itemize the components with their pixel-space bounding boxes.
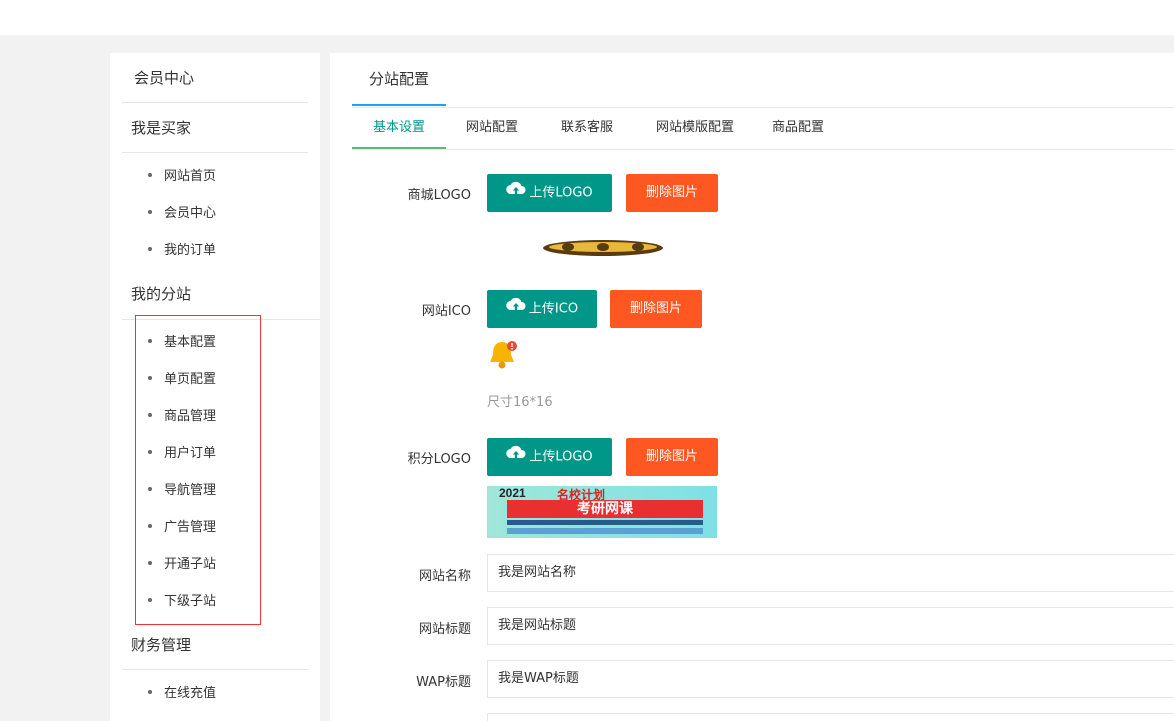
tab-customer-service[interactable]: 联系客服 [555, 107, 619, 149]
button-label: 上传LOGO [529, 449, 593, 465]
tab-product-config[interactable]: 商品配置 [768, 107, 828, 149]
banner-title: 考研网课 [507, 500, 703, 518]
tab-bar: 基本设置 网站配置 联系客服 网站模版配置 商品配置 [352, 107, 1174, 150]
sidebar-section-buyer: 我是买家 [122, 103, 308, 153]
bell-icon [487, 339, 521, 375]
cloud-upload-icon [506, 173, 526, 211]
points-logo-preview: 2021 名校计划 考研网课 [487, 486, 717, 538]
tab-site-config[interactable]: 网站配置 [460, 107, 524, 149]
sidebar-item-label: 网站首页 [164, 169, 217, 184]
site-title-input[interactable]: 我是网站标题 [487, 607, 1174, 645]
site-name-input[interactable]: 我是网站名称 [487, 554, 1174, 592]
bullet [148, 172, 152, 177]
main-panel: 分站配置 基本设置 网站配置 联系客服 网站模版配置 商品配置 商城LOGO 上… [330, 53, 1174, 721]
site-name-label: 网站名称 [418, 569, 471, 584]
sidebar-item-label: 会员中心 [164, 206, 217, 221]
button-label: 上传ICO [528, 301, 579, 317]
wap-title-input[interactable]: 我是WAP标题 [487, 660, 1174, 698]
tab-template-config[interactable]: 网站模版配置 [650, 107, 740, 149]
banner-stripe [507, 520, 703, 525]
mall-logo-preview [542, 239, 664, 261]
sidebar-section-finance: 财务管理 [122, 620, 308, 670]
bullet [148, 689, 152, 694]
ico-size-hint: 尺寸16*16 [487, 395, 553, 410]
delete-points-logo-button[interactable]: 删除图片 [626, 438, 718, 476]
banner-stripe [507, 528, 703, 534]
sidebar-member-center[interactable]: 会员中心 [122, 53, 308, 103]
upload-points-logo-button[interactable]: 上传LOGO [487, 438, 612, 476]
cloud-upload-icon [506, 289, 526, 327]
sidebar-item-site-home[interactable]: 网站首页 [148, 167, 216, 187]
sidebar-item-member-center[interactable]: 会员中心 [148, 204, 216, 224]
cloud-upload-icon [506, 437, 526, 475]
delete-ico-button[interactable]: 删除图片 [610, 290, 702, 328]
upload-ico-button[interactable]: 上传ICO [487, 290, 597, 328]
panel-header: 分站配置 [352, 53, 1174, 108]
next-field-input[interactable] [487, 713, 1174, 721]
delete-mall-logo-button[interactable]: 删除图片 [626, 174, 718, 212]
points-logo-label: 积分LOGO [407, 452, 471, 467]
site-ico-label: 网站ICO [421, 304, 471, 319]
top-bar [0, 0, 1174, 35]
tab-basic-settings[interactable]: 基本设置 [352, 107, 446, 149]
site-title-label: 网站标题 [418, 622, 471, 637]
sidebar-item-my-orders[interactable]: 我的订单 [148, 241, 216, 261]
highlight-annotation-box [135, 315, 261, 625]
sidebar-item-label: 我的订单 [164, 243, 217, 258]
bullet [148, 246, 152, 251]
upload-mall-logo-button[interactable]: 上传LOGO [487, 174, 612, 212]
mall-logo-label: 商城LOGO [407, 188, 471, 203]
sidebar-item-label: 在线充值 [164, 686, 217, 701]
page-title: 分站配置 [352, 53, 446, 106]
bullet [148, 209, 152, 214]
wap-title-label: WAP标题 [416, 675, 471, 690]
banner-year: 2021 [499, 486, 526, 500]
button-label: 上传LOGO [529, 185, 593, 201]
sidebar-section-my-substation: 我的分站 [131, 285, 192, 303]
sidebar-item-online-recharge[interactable]: 在线充值 [148, 684, 216, 704]
